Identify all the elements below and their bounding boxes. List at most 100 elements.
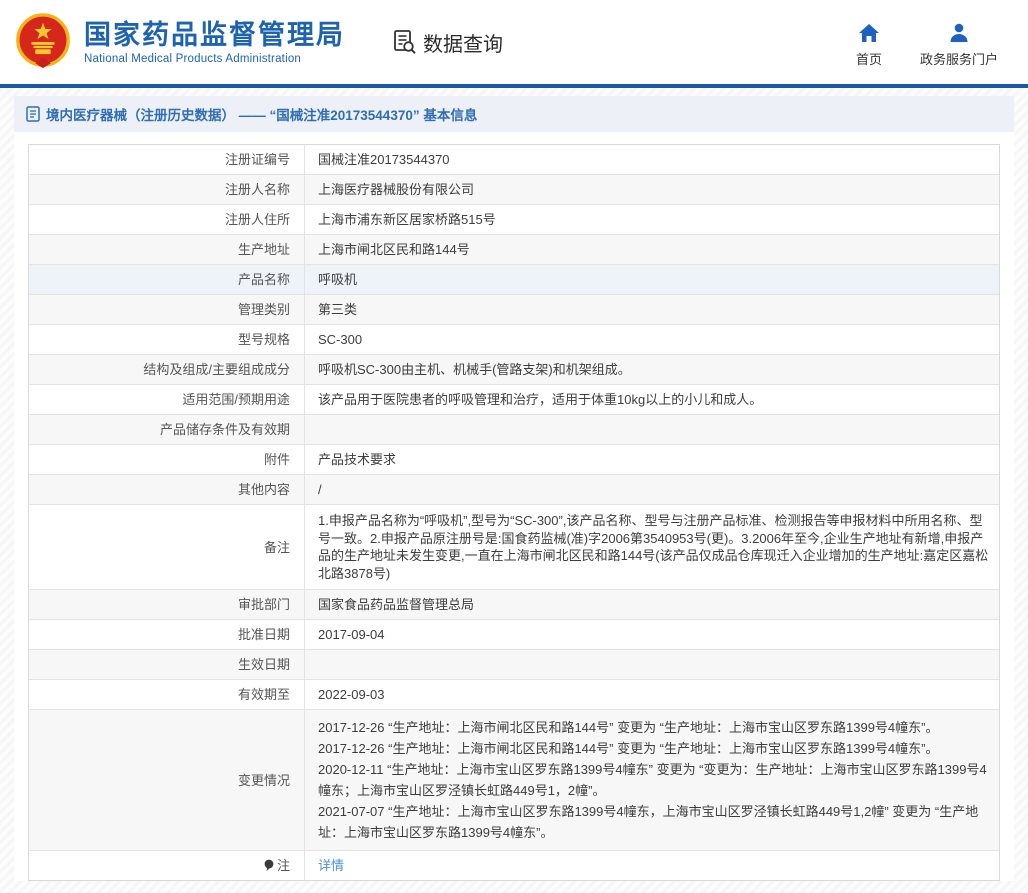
row-label-text: 产品储存条件及有效期 <box>160 422 290 437</box>
table-row: 型号规格 SC-300 <box>29 325 999 355</box>
change-record-entry: 2020-12-11 “生产地址：上海市宝山区罗东路1399号4幢东” 变更为 … <box>318 759 989 801</box>
table-row: 其他内容 / <box>29 475 999 505</box>
row-label: 生产地址 <box>29 235 305 264</box>
table-row: 注册证编号 国械注准20173544370 <box>29 145 999 175</box>
note-icon <box>264 859 274 872</box>
national-emblem-logo <box>14 13 72 71</box>
row-value-text: 呼吸机SC-300由主机、机械手(管路支架)和机架组成。 <box>318 362 989 377</box>
table-row: 产品储存条件及有效期 <box>29 415 999 445</box>
site-header: 国家药品监督管理局 National Medical Products Admi… <box>0 0 1028 84</box>
row-label-text: 审批部门 <box>238 597 290 612</box>
row-label-text: 注册人名称 <box>225 182 290 197</box>
row-value: 产品技术要求 <box>305 445 999 474</box>
row-value-text: 1.申报产品名称为“呼吸机”,型号为“SC-300”,该产品名称、型号与注册产品… <box>318 512 989 582</box>
change-record-entry: 2017-12-26 “生产地址：上海市闸北区民和路144号” 变更为 “生产地… <box>318 717 989 738</box>
row-value-text: 该产品用于医院患者的呼吸管理和治疗，适用于体重10kg以上的小儿和成人。 <box>318 392 989 407</box>
row-value-text: 2017-09-04 <box>318 627 989 642</box>
row-value: SC-300 <box>305 325 999 354</box>
table-row: 审批部门 国家食品药品监督管理总局 <box>29 590 999 620</box>
row-value-text: 国械注准20173544370 <box>318 152 989 167</box>
row-label-text: 注册人住所 <box>225 212 290 227</box>
row-value: 详情 <box>305 851 999 880</box>
org-name-en: National Medical Products Administration <box>84 53 345 65</box>
row-value-text: 2022-09-03 <box>318 687 989 702</box>
table-row: 产品名称 呼吸机 <box>29 265 999 295</box>
row-value-text: 上海医疗器械股份有限公司 <box>318 182 989 197</box>
nav-gov-portal[interactable]: 政务服务门户 <box>920 23 998 68</box>
row-label: 注册人名称 <box>29 175 305 204</box>
row-label: 有效期至 <box>29 680 305 709</box>
table-row: 生产地址上海市闸北区民和路144号 <box>29 235 999 265</box>
org-name-zh: 国家药品监督管理局 <box>84 20 345 50</box>
home-icon <box>858 23 880 43</box>
table-row: 变更情况 2017-12-26 “生产地址：上海市闸北区民和路144号” 变更为 … <box>29 710 999 851</box>
content-section: 境内医疗器械（注册历史数据） —— “国械注准20173544370” 基本信息… <box>0 88 1028 893</box>
row-label: 结构及组成/主要组成成分 <box>29 355 305 384</box>
row-value: 2017-12-26 “生产地址：上海市闸北区民和路144号” 变更为 “生产地… <box>305 710 999 850</box>
row-label: 产品储存条件及有效期 <box>29 415 305 444</box>
row-label: 生效日期 <box>29 650 305 679</box>
detail-link[interactable]: 详情 <box>318 858 989 873</box>
nav-home[interactable]: 首页 <box>856 23 882 68</box>
row-label-text: 管理类别 <box>238 302 290 317</box>
row-label: 适用范围/预期用途 <box>29 385 305 414</box>
row-value-text: 产品技术要求 <box>318 452 989 467</box>
row-value <box>305 650 999 679</box>
table-row: 批准日期 2017-09-04 <box>29 620 999 650</box>
table-row: 附件 产品技术要求 <box>29 445 999 475</box>
document-icon <box>26 106 40 122</box>
row-label-text: 附件 <box>264 452 290 467</box>
row-value: 国家食品药品监督管理总局 <box>305 590 999 619</box>
row-label-text: 生产地址 <box>238 242 290 257</box>
row-label: 批准日期 <box>29 620 305 649</box>
page-title: 境内医疗器械（注册历史数据） —— “国械注准20173544370” 基本信息 <box>46 104 477 124</box>
row-value: 1.申报产品名称为“呼吸机”,型号为“SC-300”,该产品名称、型号与注册产品… <box>305 505 999 589</box>
table-row: 注 详情 <box>29 851 999 880</box>
data-query-label: 数据查询 <box>423 28 503 57</box>
row-value <box>305 415 999 444</box>
row-value: 国械注准20173544370 <box>305 145 999 174</box>
row-value-text: 国家食品药品监督管理总局 <box>318 597 989 612</box>
content-card: 境内医疗器械（注册历史数据） —— “国械注准20173544370” 基本信息… <box>14 96 1014 881</box>
row-value-text: 呼吸机 <box>318 272 989 287</box>
row-label: 注册证编号 <box>29 145 305 174</box>
row-label: 其他内容 <box>29 475 305 504</box>
row-value: 上海市浦东新区居家桥路515号 <box>305 205 999 234</box>
table-row: 有效期至 2022-09-03 <box>29 680 999 710</box>
row-label: 备注 <box>29 505 305 589</box>
row-value: 该产品用于医院患者的呼吸管理和治疗，适用于体重10kg以上的小儿和成人。 <box>305 385 999 414</box>
row-value: 上海市闸北区民和路144号 <box>305 235 999 264</box>
row-label-text: 变更情况 <box>238 773 290 788</box>
row-value-text: 上海市浦东新区居家桥路515号 <box>318 212 989 227</box>
row-label-text: 结构及组成/主要组成成分 <box>143 362 290 377</box>
row-label: 附件 <box>29 445 305 474</box>
row-label-text: 批准日期 <box>238 627 290 642</box>
row-label-text: 产品名称 <box>238 272 290 287</box>
row-label: 注册人住所 <box>29 205 305 234</box>
table-row: 管理类别第三类 <box>29 295 999 325</box>
row-label-text: 注 <box>277 858 290 873</box>
row-value: 上海医疗器械股份有限公司 <box>305 175 999 204</box>
nav-home-label: 首页 <box>856 49 882 68</box>
page-title-bar: 境内医疗器械（注册历史数据） —— “国械注准20173544370” 基本信息 <box>14 96 1014 132</box>
change-record-entry: 2021-07-07 “生产地址：上海市宝山区罗东路1399号4幢东，上海市宝山… <box>318 801 989 843</box>
table-row: 结构及组成/主要组成成分 呼吸机SC-300由主机、机械手(管路支架)和机架组成。 <box>29 355 999 385</box>
row-label: 型号规格 <box>29 325 305 354</box>
row-value-text: SC-300 <box>318 332 989 347</box>
row-label-text: 有效期至 <box>238 687 290 702</box>
row-value-text: / <box>318 482 989 497</box>
row-label-text: 注册证编号 <box>225 152 290 167</box>
row-label: 变更情况 <box>29 710 305 850</box>
data-query-icon <box>393 29 417 55</box>
row-value: 第三类 <box>305 295 999 324</box>
row-value: / <box>305 475 999 504</box>
row-label-text: 生效日期 <box>238 657 290 672</box>
row-value: 呼吸机SC-300由主机、机械手(管路支架)和机架组成。 <box>305 355 999 384</box>
change-record-entry: 2017-12-26 “生产地址：上海市闸北区民和路144号” 变更为 “生产地… <box>318 738 989 759</box>
person-icon <box>948 23 970 43</box>
row-value: 呼吸机 <box>305 265 999 294</box>
row-label-text: 备注 <box>264 540 290 555</box>
data-query-nav[interactable]: 数据查询 <box>393 28 503 57</box>
table-row: 注册人名称 上海医疗器械股份有限公司 <box>29 175 999 205</box>
table-row: 生效日期 <box>29 650 999 680</box>
